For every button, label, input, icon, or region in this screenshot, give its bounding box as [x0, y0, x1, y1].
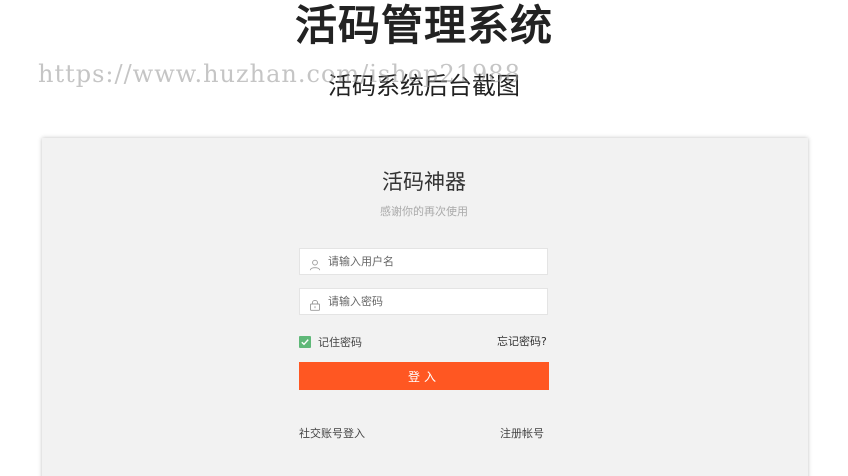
social-login-link[interactable]: 社交账号登入 — [299, 425, 365, 441]
login-button[interactable]: 登入 — [299, 362, 549, 390]
brand-subtitle: 感谢你的再次使用 — [380, 205, 468, 218]
user-icon — [309, 256, 321, 271]
watermark-text: https://www.huzhan.com/ishop21988 — [38, 60, 521, 88]
password-input[interactable] — [328, 289, 543, 314]
remember-checkbox[interactable] — [299, 336, 311, 348]
brand-title: 活码神器 — [382, 170, 466, 194]
page: 活码管理系统 活码系统后台截图 https://www.huzhan.com/i… — [0, 0, 848, 476]
page-title: 活码管理系统 — [294, 1, 553, 50]
remember-label: 记住密码 — [318, 336, 362, 349]
remember-password-toggle[interactable]: 记住密码 — [299, 334, 362, 350]
username-input[interactable] — [328, 249, 543, 274]
username-field[interactable] — [299, 248, 548, 275]
forgot-password-link[interactable]: 忘记密码? — [497, 333, 547, 349]
password-field[interactable] — [299, 288, 548, 315]
register-link[interactable]: 注册帐号 — [500, 425, 544, 441]
check-icon — [301, 339, 309, 346]
lock-icon — [309, 296, 321, 311]
